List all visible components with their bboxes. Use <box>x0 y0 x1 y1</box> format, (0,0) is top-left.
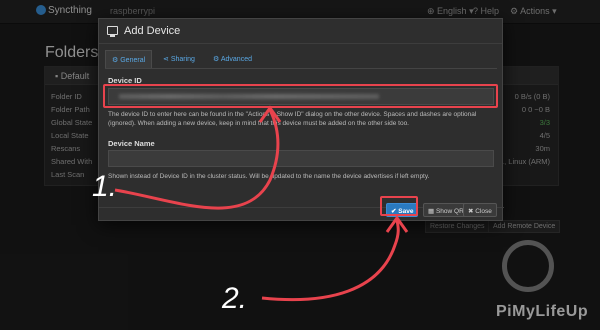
watermark-text: PiMyLifeUp <box>496 303 589 320</box>
watermark-logo-icon <box>502 240 554 292</box>
arrow-2 <box>261 219 400 302</box>
arrow-1-head <box>258 105 282 123</box>
step-1-number: 1. <box>92 170 118 203</box>
arrow-1 <box>114 109 280 210</box>
step-2-number: 2. <box>222 282 248 315</box>
